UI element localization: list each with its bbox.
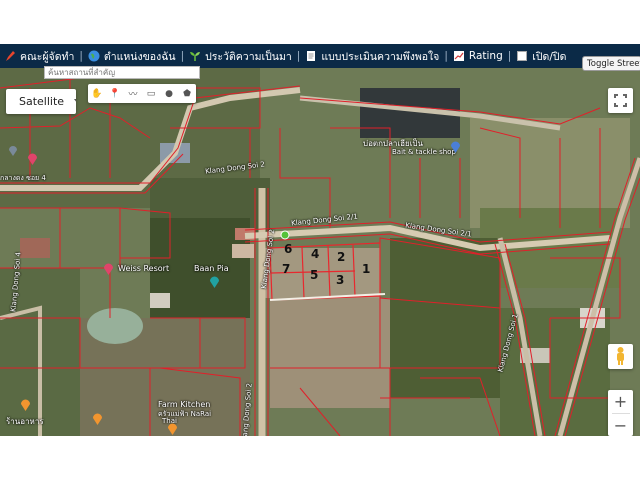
top-nav-bar: คณะผู้จัดทำ | ตำแหน่งของฉัน | ประวัติควา… [0, 44, 640, 68]
fullscreen-button[interactable] [608, 88, 633, 113]
plot-number[interactable]: 5 [310, 268, 318, 282]
map-type-label: Satellite [19, 95, 65, 108]
nav-item-label: เปิด/ปิด [532, 50, 567, 63]
restaurant-pin-icon[interactable] [20, 398, 31, 411]
bottom-margin [0, 436, 640, 480]
restaurant-pin-icon[interactable] [167, 422, 178, 435]
place-pin-icon[interactable] [27, 152, 38, 165]
place-label[interactable]: Baan Pia [194, 264, 229, 273]
location-marker-icon[interactable] [280, 230, 290, 240]
plot-number[interactable]: 3 [336, 273, 344, 287]
place-label[interactable]: Weiss Resort [118, 264, 169, 273]
plot-number[interactable]: 4 [311, 247, 319, 261]
place-label: Bait & tackle shop [392, 148, 456, 156]
nav-item-my-location[interactable]: ตำแหน่งของฉัน [84, 48, 180, 65]
rectangle-icon[interactable]: ▭ [144, 89, 158, 99]
nav-item-survey[interactable]: แบบประเมินความพึงพอใจ [301, 48, 443, 65]
toggle-street-view-button[interactable]: Toggle Street View [582, 56, 640, 71]
map-type-select[interactable]: Satellite [6, 89, 76, 114]
search-input[interactable] [44, 66, 200, 79]
sprout-icon [190, 52, 201, 61]
place-label[interactable]: ร้านอาหาร [6, 415, 44, 428]
place-pin-icon[interactable] [209, 275, 220, 288]
nav-item-label: ตำแหน่งของฉัน [103, 50, 176, 63]
hand-pan-icon[interactable]: ✋ [90, 89, 104, 99]
checkbox-icon [517, 51, 528, 61]
plot-number[interactable]: 1 [362, 262, 370, 276]
restaurant-pin-icon[interactable] [92, 412, 103, 425]
place-pin-icon[interactable] [8, 144, 18, 156]
nav-item-toggle[interactable]: เปิด/ปิด [512, 48, 570, 65]
street-view-pegman-button[interactable] [608, 344, 633, 369]
polyline-icon[interactable]: 〰 [126, 87, 140, 100]
plot-number[interactable]: 6 [284, 242, 292, 256]
document-icon [307, 51, 316, 61]
nav-item-history[interactable]: ประวัติความเป็นมา [185, 48, 296, 65]
plot-number[interactable]: 2 [337, 250, 345, 264]
map-imagery [0, 68, 640, 436]
hotel-pin-icon[interactable] [103, 262, 114, 275]
plot-number[interactable]: 7 [282, 262, 290, 276]
place-label[interactable]: Farm Kitchen [158, 400, 210, 409]
marker-icon[interactable]: 📍 [108, 89, 122, 99]
nav-item-rating[interactable]: Rating [449, 50, 507, 62]
nav-item-label: คณะผู้จัดทำ [20, 50, 75, 63]
polygon-icon[interactable]: ⬟ [180, 89, 194, 99]
fullscreen-icon [614, 94, 627, 107]
globe-icon [88, 50, 100, 62]
shop-pin-icon[interactable] [450, 140, 461, 153]
chart-icon [453, 51, 464, 61]
place-label: กลางดง ซอย 4 [0, 174, 46, 182]
circle-icon[interactable]: ● [162, 89, 176, 99]
caret-down-icon [74, 99, 76, 102]
pen-icon [6, 51, 15, 61]
nav-item-label: แบบประเมินความพึงพอใจ [321, 50, 440, 63]
pegman-icon [617, 347, 624, 365]
top-margin [0, 0, 640, 44]
nav-item-label: Rating [468, 50, 503, 62]
zoom-out-button[interactable]: − [608, 414, 633, 436]
drawing-toolbar: ✋ 📍 〰 ▭ ● ⬟ [88, 84, 196, 103]
zoom-in-button[interactable]: + [608, 390, 633, 413]
nav-item-credits[interactable]: คณะผู้จัดทำ [0, 48, 78, 65]
satellite-map[interactable]: 6 4 2 1 7 5 3 Klang Dong Soi 2 Klang Don… [0, 68, 640, 436]
nav-item-label: ประวัติความเป็นมา [205, 50, 292, 63]
zoom-control: + − [608, 390, 633, 436]
